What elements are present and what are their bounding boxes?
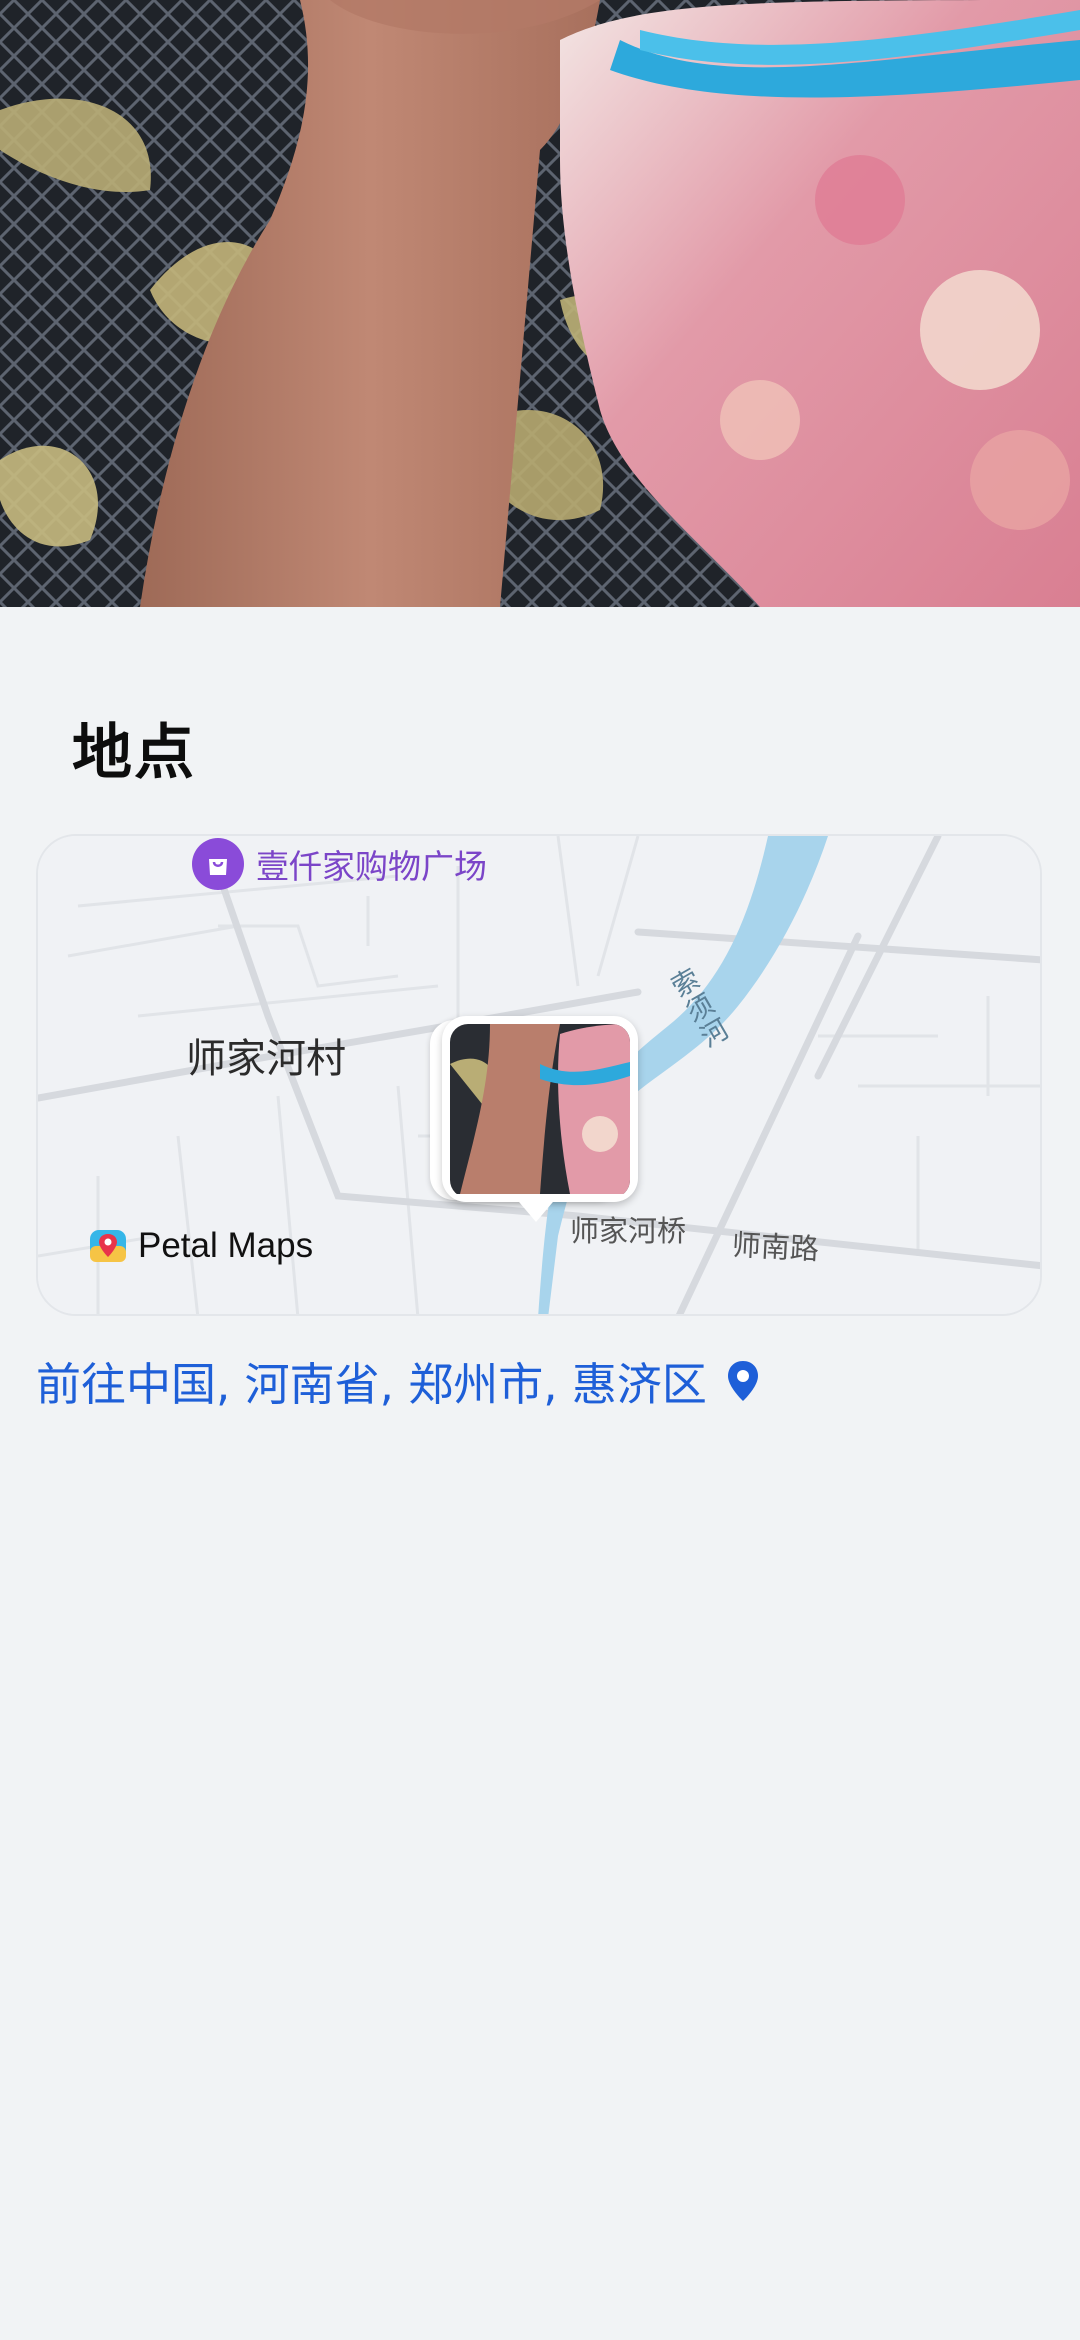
address-link[interactable]: 前往中国, 河南省, 郑州市, 惠济区	[36, 1348, 761, 1413]
location-pin-icon	[725, 1359, 761, 1403]
bridge-label: 师家河桥	[570, 1214, 687, 1248]
photo-location-pin[interactable]	[430, 1016, 642, 1222]
road-label: 师南路	[731, 1227, 820, 1267]
poi-label: 壹仟家购物广场	[256, 847, 487, 886]
photo-detail-screen: 地点 壹仟家购物广场 师家河村 索须河 师家河桥 师南路 Petal Maps …	[0, 0, 1080, 2340]
pin-thumbnail-card	[442, 1016, 638, 1202]
pin-pointer	[514, 1196, 558, 1222]
photo-image[interactable]	[0, 0, 1080, 607]
address-text: 前往中国, 河南省, 郑州市, 惠济区	[36, 1358, 707, 1411]
petal-maps-icon	[88, 1226, 128, 1266]
petal-maps-brand: Petal Maps	[88, 1226, 313, 1266]
map-card[interactable]: 壹仟家购物广场 师家河村 索须河 师家河桥 师南路 Petal Maps	[36, 834, 1042, 1316]
pin-thumbnail	[450, 1024, 630, 1198]
shopping-bag-icon	[192, 838, 244, 890]
petal-maps-label: Petal Maps	[138, 1226, 314, 1265]
village-label: 师家河村	[186, 1036, 346, 1082]
location-section-title: 地点	[72, 718, 196, 788]
poi-shopping-plaza[interactable]: 壹仟家购物广场	[192, 838, 487, 890]
